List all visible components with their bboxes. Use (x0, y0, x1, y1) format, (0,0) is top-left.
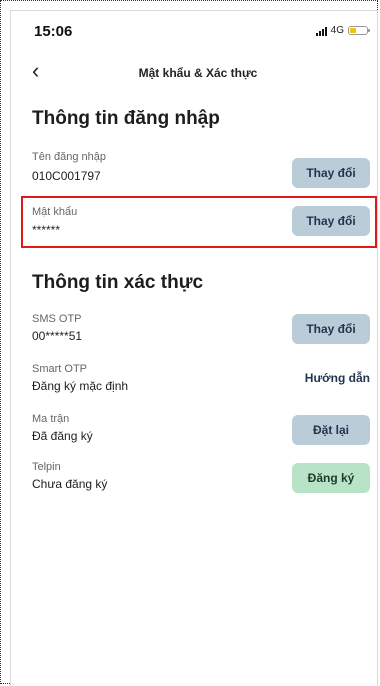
password-label: Mật khẩu (32, 206, 78, 218)
username-value: 010C001797 (32, 169, 101, 183)
change-password-button[interactable]: Thay đổi (292, 206, 370, 236)
matrix-label: Ma trận (32, 413, 70, 425)
username-label: Tên đăng nhập (32, 151, 107, 163)
status-indicators: 4G (315, 25, 370, 36)
sms-otp-value: 00*****51 (32, 329, 83, 343)
smart-otp-label: Smart OTP (32, 363, 88, 375)
sms-otp-label: SMS OTP (32, 313, 82, 325)
page-title: Mật khẩu & Xác thực (138, 66, 258, 80)
change-username-button[interactable]: Thay đổi (292, 158, 370, 188)
change-sms-otp-button[interactable]: Thay đổi (292, 314, 370, 344)
reset-matrix-button[interactable]: Đặt lại (292, 415, 370, 445)
smart-otp-guide-link[interactable]: Hướng dẫn (305, 371, 370, 385)
telpin-label: Telpin (32, 461, 61, 473)
auth-section-title: Thông tin xác thực (32, 272, 204, 293)
register-telpin-button[interactable]: Đăng ký (292, 463, 370, 493)
signal-icon (315, 26, 327, 36)
status-time: 15:06 (34, 23, 73, 40)
telpin-value: Chưa đăng ký (32, 477, 108, 491)
network-type: 4G (330, 25, 344, 36)
smart-otp-value: Đăng ký mặc định (32, 379, 129, 393)
battery-icon (348, 26, 370, 35)
login-section-title: Thông tin đăng nhập (32, 108, 220, 129)
password-value: ****** (32, 223, 61, 237)
matrix-value: Đã đăng ký (32, 429, 93, 443)
